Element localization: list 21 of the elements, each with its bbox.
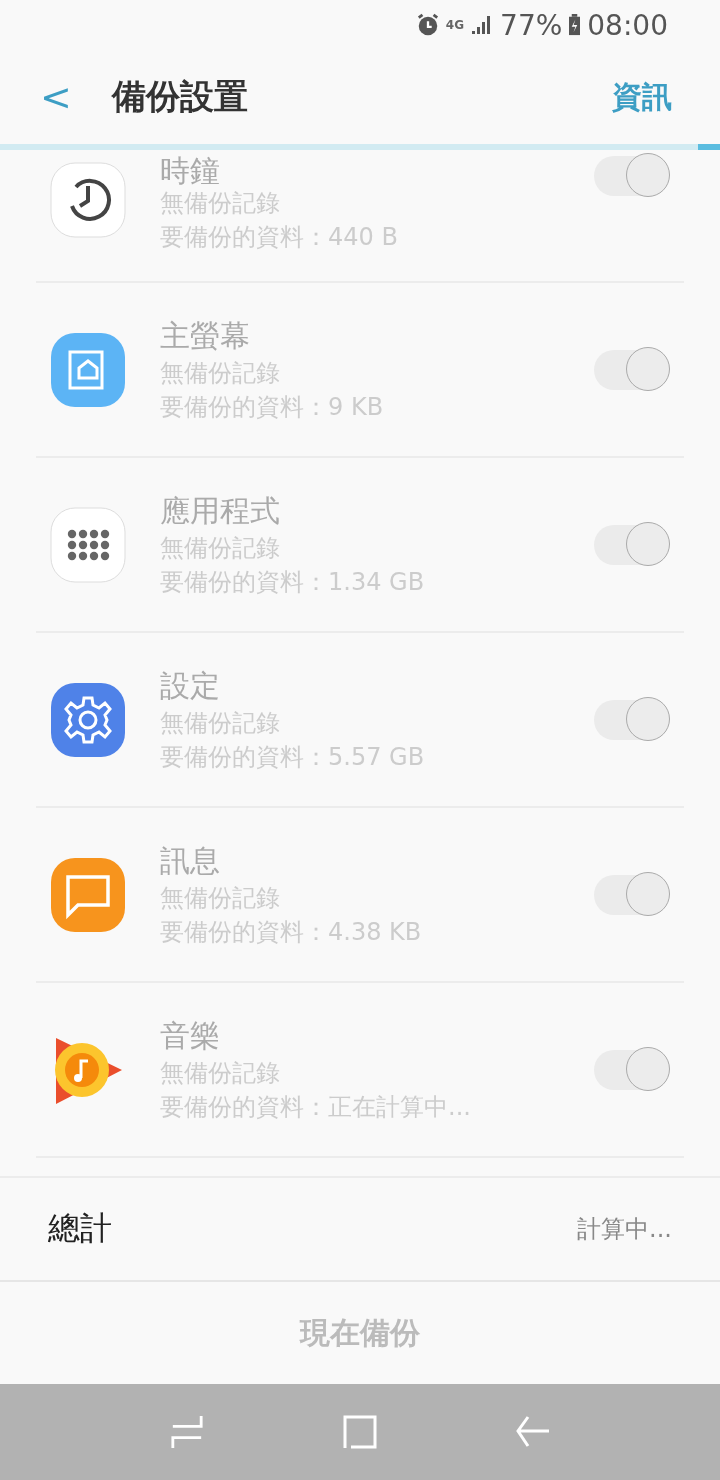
battery-icon bbox=[568, 14, 582, 36]
app-grid-icon bbox=[48, 504, 128, 585]
app-name: 主螢幕 bbox=[160, 316, 251, 355]
clock-icon bbox=[48, 160, 128, 240]
total-value: 計算中... bbox=[577, 1214, 672, 1245]
app-name: 音樂 bbox=[160, 1016, 221, 1055]
screen-title: 備份設置 bbox=[112, 75, 249, 118]
total-label: 總計 bbox=[48, 1208, 112, 1249]
home-icon[interactable] bbox=[343, 1415, 377, 1449]
app-name: 時鐘 bbox=[160, 156, 221, 186]
network-label: 4G bbox=[445, 18, 465, 32]
info-link[interactable]: 資訊 bbox=[612, 76, 672, 118]
app-name: 訊息 bbox=[160, 841, 221, 880]
alarm-icon bbox=[415, 13, 440, 37]
back-button[interactable]: < bbox=[40, 75, 70, 119]
clock-time: 08:00 bbox=[587, 8, 668, 42]
recent-apps-icon[interactable] bbox=[169, 1415, 204, 1449]
app-name: 設定 bbox=[160, 666, 221, 705]
app-name: 應用程式 bbox=[160, 491, 281, 530]
back-icon[interactable] bbox=[516, 1415, 551, 1449]
battery-percent: 77% bbox=[500, 8, 563, 42]
